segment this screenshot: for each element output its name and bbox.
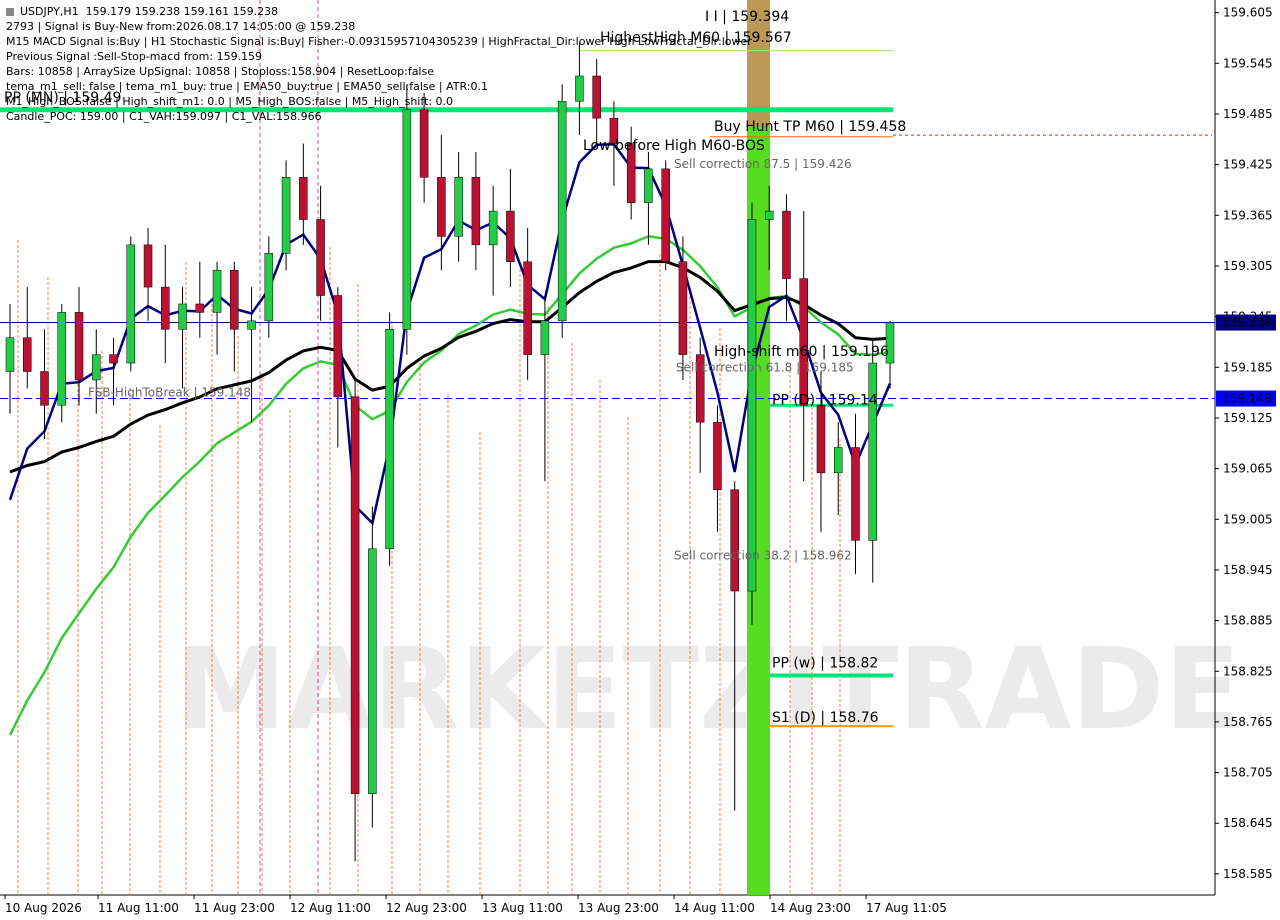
candle-body [333,295,343,398]
level-label: FSB-HighToBreak | 159.148 [88,386,251,400]
candle-body [730,489,739,592]
candle-body [816,405,826,474]
candle-body [402,109,412,330]
candle-body [109,354,118,364]
x-tick-label: 13 Aug 23:00 [578,901,659,915]
y-tick-label: 158.885 [1223,614,1273,628]
symbol-line: USDJPY,H1 159.179 159.238 159.161 159.23… [6,4,752,19]
x-tick-label: 14 Aug 23:00 [770,901,851,915]
x-tick-label: 13 Aug 11:00 [482,901,563,915]
info-line: Bars: 10858 | ArraySize UpSignal: 10858 … [6,65,434,78]
y-tick-label: 158.585 [1223,867,1273,881]
info-line: Previous Signal :Sell-Stop-macd from: 15… [6,50,263,63]
candle-body [350,396,360,794]
candle-body [713,421,722,490]
level-label: S1 (D) | 158.76 [772,710,879,726]
candle-body [264,253,274,322]
candle-body [488,210,498,246]
info-line: Candle_POC: 159.00 | C1_VAH:159.097 | C1… [6,110,322,123]
candle-body [212,269,222,313]
candle-body [161,286,170,330]
info-line: M15 MACD Signal is:Buy | H1 Stochastic S… [6,35,752,48]
candle-body [247,320,256,330]
y-tick-label: 159.005 [1223,512,1273,526]
candle-body [230,269,239,330]
chart-window: MARKETZITRADE PP (MN) | 159.49 Buy Hunt T… [0,0,1280,920]
candle-body [868,362,877,541]
y-tick-label: 158.645 [1223,816,1273,830]
y-tick-label: 159.485 [1223,107,1273,121]
candle-body [92,354,101,381]
y-tick-label: 159.185 [1223,360,1273,374]
level-label: PP (D) | 159.14 [772,392,878,408]
candle-body [57,312,67,406]
candle-body [23,337,32,372]
candle-body [74,312,84,381]
x-tick-label: 11 Aug 23:00 [194,901,275,915]
info-line: tema_m1_sell: false | tema_m1_buy: true … [6,80,488,93]
candle-body [195,303,205,313]
y-tick-label: 159.605 [1223,6,1273,20]
y-tick-label: 159.065 [1223,462,1273,476]
candle-body [385,329,394,550]
candle-body [678,261,688,355]
annotation-label: Sell correction 61.8 | 159.185 [676,360,854,374]
x-tick-label: 17 Aug 11:05 [866,901,947,915]
y-tick-label: 159.305 [1223,259,1273,273]
candle-body [40,371,49,406]
candle-body [833,447,843,474]
ohlc-values: 159.179 159.238 159.161 159.238 [85,5,279,18]
candle-body [368,548,377,794]
x-tick-label: 12 Aug 23:00 [386,901,467,915]
info-line: 2793 | Signal is Buy-New from:2026.08.17… [6,20,356,33]
y-tick-label: 158.765 [1223,715,1273,729]
x-tick-label: 14 Aug 11:00 [674,901,755,915]
info-line: M1_High_BOS:false | High_shift_m1: 0.0 |… [6,95,454,108]
candle-body [471,177,481,246]
candle-body [851,447,860,541]
annotation-label: Sell correction 87.5 | 159.426 [674,157,852,171]
symbol-name: USDJPY,H1 [20,5,79,18]
candle-body [799,278,808,406]
y-tick-label: 159.125 [1223,411,1273,425]
level-label: Low before High M60-BOS [583,138,765,154]
dashed-price-label: 159.148 [1222,392,1272,406]
candle-body [644,168,653,203]
candle-body [454,177,463,237]
candle-body [506,210,515,262]
x-tick-label: 11 Aug 11:00 [98,901,179,915]
annotation-label: Sell correction 38.2 | 158.962 [674,549,852,563]
candle-body [782,210,791,279]
x-tick-label: 12 Aug 11:00 [290,901,371,915]
candle-body [316,219,325,296]
candle-body [747,219,757,592]
info-panel: USDJPY,H1 159.179 159.238 159.161 159.23… [6,4,752,124]
y-tick-label: 158.705 [1223,766,1273,780]
candle-body [299,177,308,220]
x-tick-label: 10 Aug 2026 [5,901,82,915]
y-tick-label: 158.945 [1223,563,1273,577]
candle-body [5,337,15,372]
candle-body [143,244,153,288]
candle-body [178,303,187,330]
candle-body [437,177,446,237]
candle-body [126,244,136,364]
candle-body [281,177,291,254]
symbol-icon [6,8,14,16]
y-tick-label: 159.365 [1223,208,1273,222]
current-price-label: 159.238 [1222,316,1272,330]
candle-body [540,320,550,355]
candle-body [557,101,567,322]
y-tick-label: 159.425 [1223,158,1273,172]
price-chart[interactable]: MARKETZITRADE PP (MN) | 159.49Buy Hunt T… [0,0,1280,920]
level-label: PP (w) | 158.82 [772,655,878,671]
candle-body [523,261,532,355]
candle-body [661,168,670,262]
y-tick-label: 159.545 [1223,56,1273,70]
y-tick-label: 158.825 [1223,664,1273,678]
level-label: High-shift m60 | 159.196 [714,344,889,360]
candle-body [764,210,774,220]
watermark-text: MARKETZITRADE [175,625,1241,755]
